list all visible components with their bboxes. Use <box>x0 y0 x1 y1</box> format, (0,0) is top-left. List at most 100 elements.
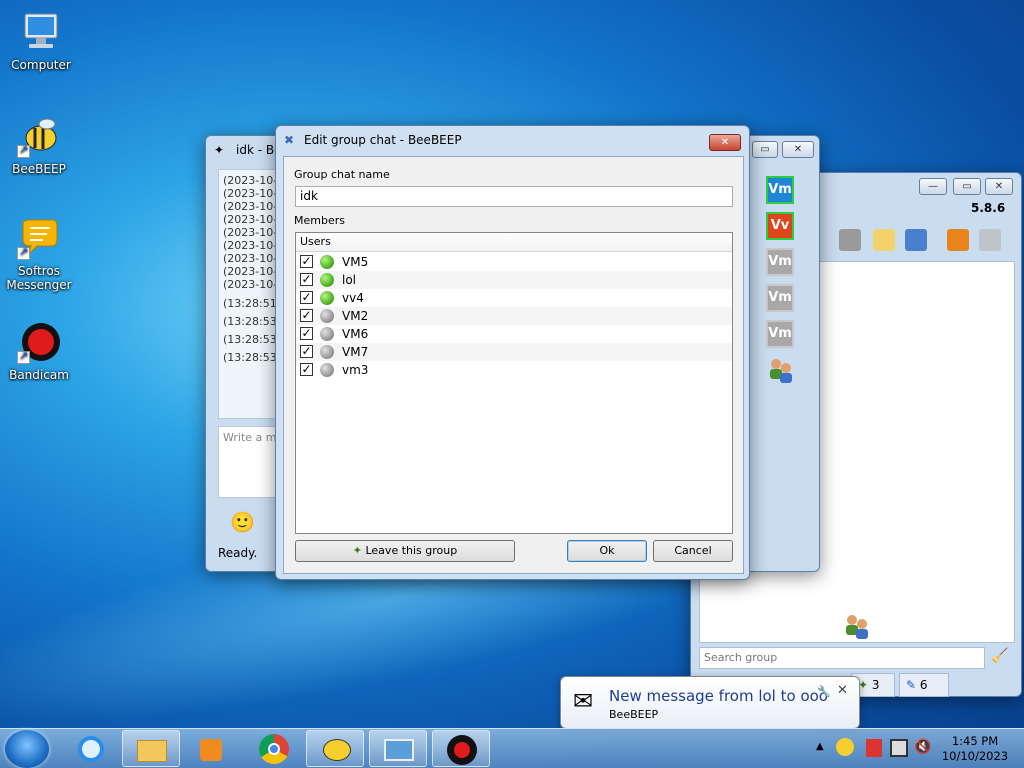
trash-icon[interactable] <box>979 229 1001 251</box>
offline-status-icon <box>320 309 334 323</box>
desktop-icon-softros[interactable]: Softros Messenger <box>0 216 78 292</box>
clock-date: 10/10/2023 <box>941 749 1009 763</box>
member-row[interactable]: ✓ VM6 <box>296 325 732 343</box>
maximize-button[interactable]: ▭ <box>953 178 981 195</box>
desktop-icon-computer[interactable]: Computer <box>2 10 80 72</box>
desktop-icon-bandicam[interactable]: Bandicam <box>0 320 78 382</box>
users-group-icon <box>842 612 872 640</box>
tab-chats-count: 6 <box>919 678 928 692</box>
edit-icon[interactable] <box>873 229 895 251</box>
beebeep-tray-icon[interactable] <box>836 738 854 756</box>
tab-chats[interactable]: ✎ 6 <box>899 673 949 697</box>
desktop-icon-beebeep[interactable]: BeeBEEP <box>0 114 78 176</box>
show-hidden-icons-icon[interactable]: ▲ <box>816 741 824 752</box>
member-checkbox[interactable]: ✓ <box>300 327 313 340</box>
envelope-icon: ✉ <box>573 687 594 715</box>
member-name: VM5 <box>342 255 369 269</box>
member-checkbox[interactable]: ✓ <box>300 255 313 268</box>
minimize-button[interactable]: — <box>919 178 947 195</box>
settings-icon[interactable]: 🔧 <box>817 685 831 698</box>
notification-balloon[interactable]: ✉ New message from lol to ooo BeeBEEP 🔧 … <box>560 676 860 729</box>
edit-group-chat-dialog: ✖ Edit group chat - BeeBEEP ✕ Group chat… <box>275 125 750 580</box>
volume-muted-icon[interactable]: 🔇 <box>914 739 931 755</box>
beebeep-taskbar-icon[interactable] <box>306 730 364 767</box>
online-status-icon <box>320 255 334 269</box>
clear-search-icon[interactable]: 🧹 <box>991 648 1008 664</box>
group-name-input[interactable]: idk <box>295 186 733 207</box>
member-row[interactable]: ✓ vm3 <box>296 361 732 379</box>
notification-app: BeeBEEP <box>609 708 659 721</box>
network-icon[interactable] <box>890 739 908 757</box>
member-badge[interactable]: Vm <box>766 176 794 204</box>
briefcase-icon[interactable] <box>839 229 861 251</box>
taskbar: ▲ 🔇 1:45 PM 10/10/2023 <box>0 728 1024 768</box>
member-row[interactable]: ✓ vv4 <box>296 289 732 307</box>
start-button[interactable] <box>5 730 49 768</box>
search-group-input[interactable]: Search group <box>699 647 985 669</box>
member-name: lol <box>342 273 357 287</box>
desktop-icon-label: Bandicam <box>9 368 69 382</box>
online-status-icon <box>320 273 334 287</box>
main-toolbar <box>839 227 1014 255</box>
tools-icon: ✖ <box>284 133 295 147</box>
close-icon[interactable]: ✕ <box>837 683 848 698</box>
online-status-icon <box>320 291 334 305</box>
member-checkbox[interactable]: ✓ <box>300 363 313 376</box>
cancel-button[interactable]: Cancel <box>653 540 733 562</box>
shortcut-arrow-icon <box>17 143 30 158</box>
close-button[interactable]: ✕ <box>782 141 814 158</box>
member-checkbox[interactable]: ✓ <box>300 309 313 322</box>
photo-viewer-icon[interactable] <box>369 730 427 767</box>
offline-status-icon <box>320 327 334 341</box>
desktop-icon-label: Softros Messenger <box>6 264 72 292</box>
chrome-icon[interactable] <box>244 730 302 767</box>
tab-groups-count: 3 <box>871 678 880 692</box>
bee-icon <box>17 114 61 158</box>
edit-members-icon[interactable] <box>766 356 796 384</box>
users-group-icon: ✦ <box>214 143 225 157</box>
notification-title: New message from lol to ooo <box>609 687 828 705</box>
member-checkbox[interactable]: ✓ <box>300 345 313 358</box>
emoticon-icon[interactable]: 🙂 <box>230 510 255 534</box>
dialog-body: Group chat name idk Members Users ✓ VM5 ✓ l… <box>283 156 744 574</box>
shortcut-arrow-icon <box>17 245 30 260</box>
desktop-icon-label: Computer <box>11 58 71 72</box>
action-center-flag-icon[interactable] <box>866 739 882 757</box>
close-button[interactable]: ✕ <box>709 134 741 151</box>
member-badge[interactable]: Vm <box>766 248 794 276</box>
member-checkbox[interactable]: ✓ <box>300 291 313 304</box>
users-group-icon: ✦ <box>352 544 362 557</box>
speech-bubble-icon <box>17 216 61 260</box>
offline-status-icon <box>320 363 334 377</box>
desktop-icon-label: BeeBEEP <box>12 162 66 176</box>
maximize-button[interactable]: ▭ <box>752 141 778 158</box>
member-checkbox[interactable]: ✓ <box>300 273 313 286</box>
clock[interactable]: 1:45 PM 10/10/2023 <box>940 734 1010 764</box>
internet-explorer-icon[interactable] <box>62 730 120 767</box>
shortcut-arrow-icon <box>17 349 30 364</box>
member-row[interactable]: ✓ VM5 <box>296 253 732 271</box>
dialog-title-bar: ✖ Edit group chat - BeeBEEP <box>276 126 749 154</box>
users-column-header[interactable]: Users <box>296 233 732 252</box>
group-name-label: Group chat name <box>294 168 390 181</box>
member-badge[interactable]: Vm <box>766 320 794 348</box>
tools-icon[interactable] <box>905 229 927 251</box>
leave-group-button[interactable]: ✦ Leave this group <box>295 540 515 562</box>
media-player-icon[interactable] <box>182 730 240 767</box>
member-row[interactable]: ✓ VM7 <box>296 343 732 361</box>
member-name: vv4 <box>342 291 364 305</box>
member-row[interactable]: ✓ lol <box>296 271 732 289</box>
record-icon <box>17 320 61 364</box>
dialog-title: Edit group chat - BeeBEEP <box>304 133 462 147</box>
member-badge[interactable]: Vv <box>766 212 794 240</box>
close-button[interactable]: ✕ <box>985 178 1013 195</box>
bandicam-taskbar-icon[interactable] <box>432 730 490 767</box>
member-badge[interactable]: Vm <box>766 284 794 312</box>
file-explorer-icon[interactable] <box>122 730 180 767</box>
ok-button[interactable]: Ok <box>567 540 647 562</box>
members-list[interactable]: Users ✓ VM5 ✓ lol ✓ vv4 ✓ VM2 ✓ VM6 ✓ VM7 ✓ vm3 <box>295 232 733 534</box>
member-row[interactable]: ✓ VM2 <box>296 307 732 325</box>
upload-icon[interactable] <box>947 229 969 251</box>
version-label: 5.8.6 <box>971 201 1006 215</box>
clock-time: 1:45 PM <box>951 734 999 748</box>
